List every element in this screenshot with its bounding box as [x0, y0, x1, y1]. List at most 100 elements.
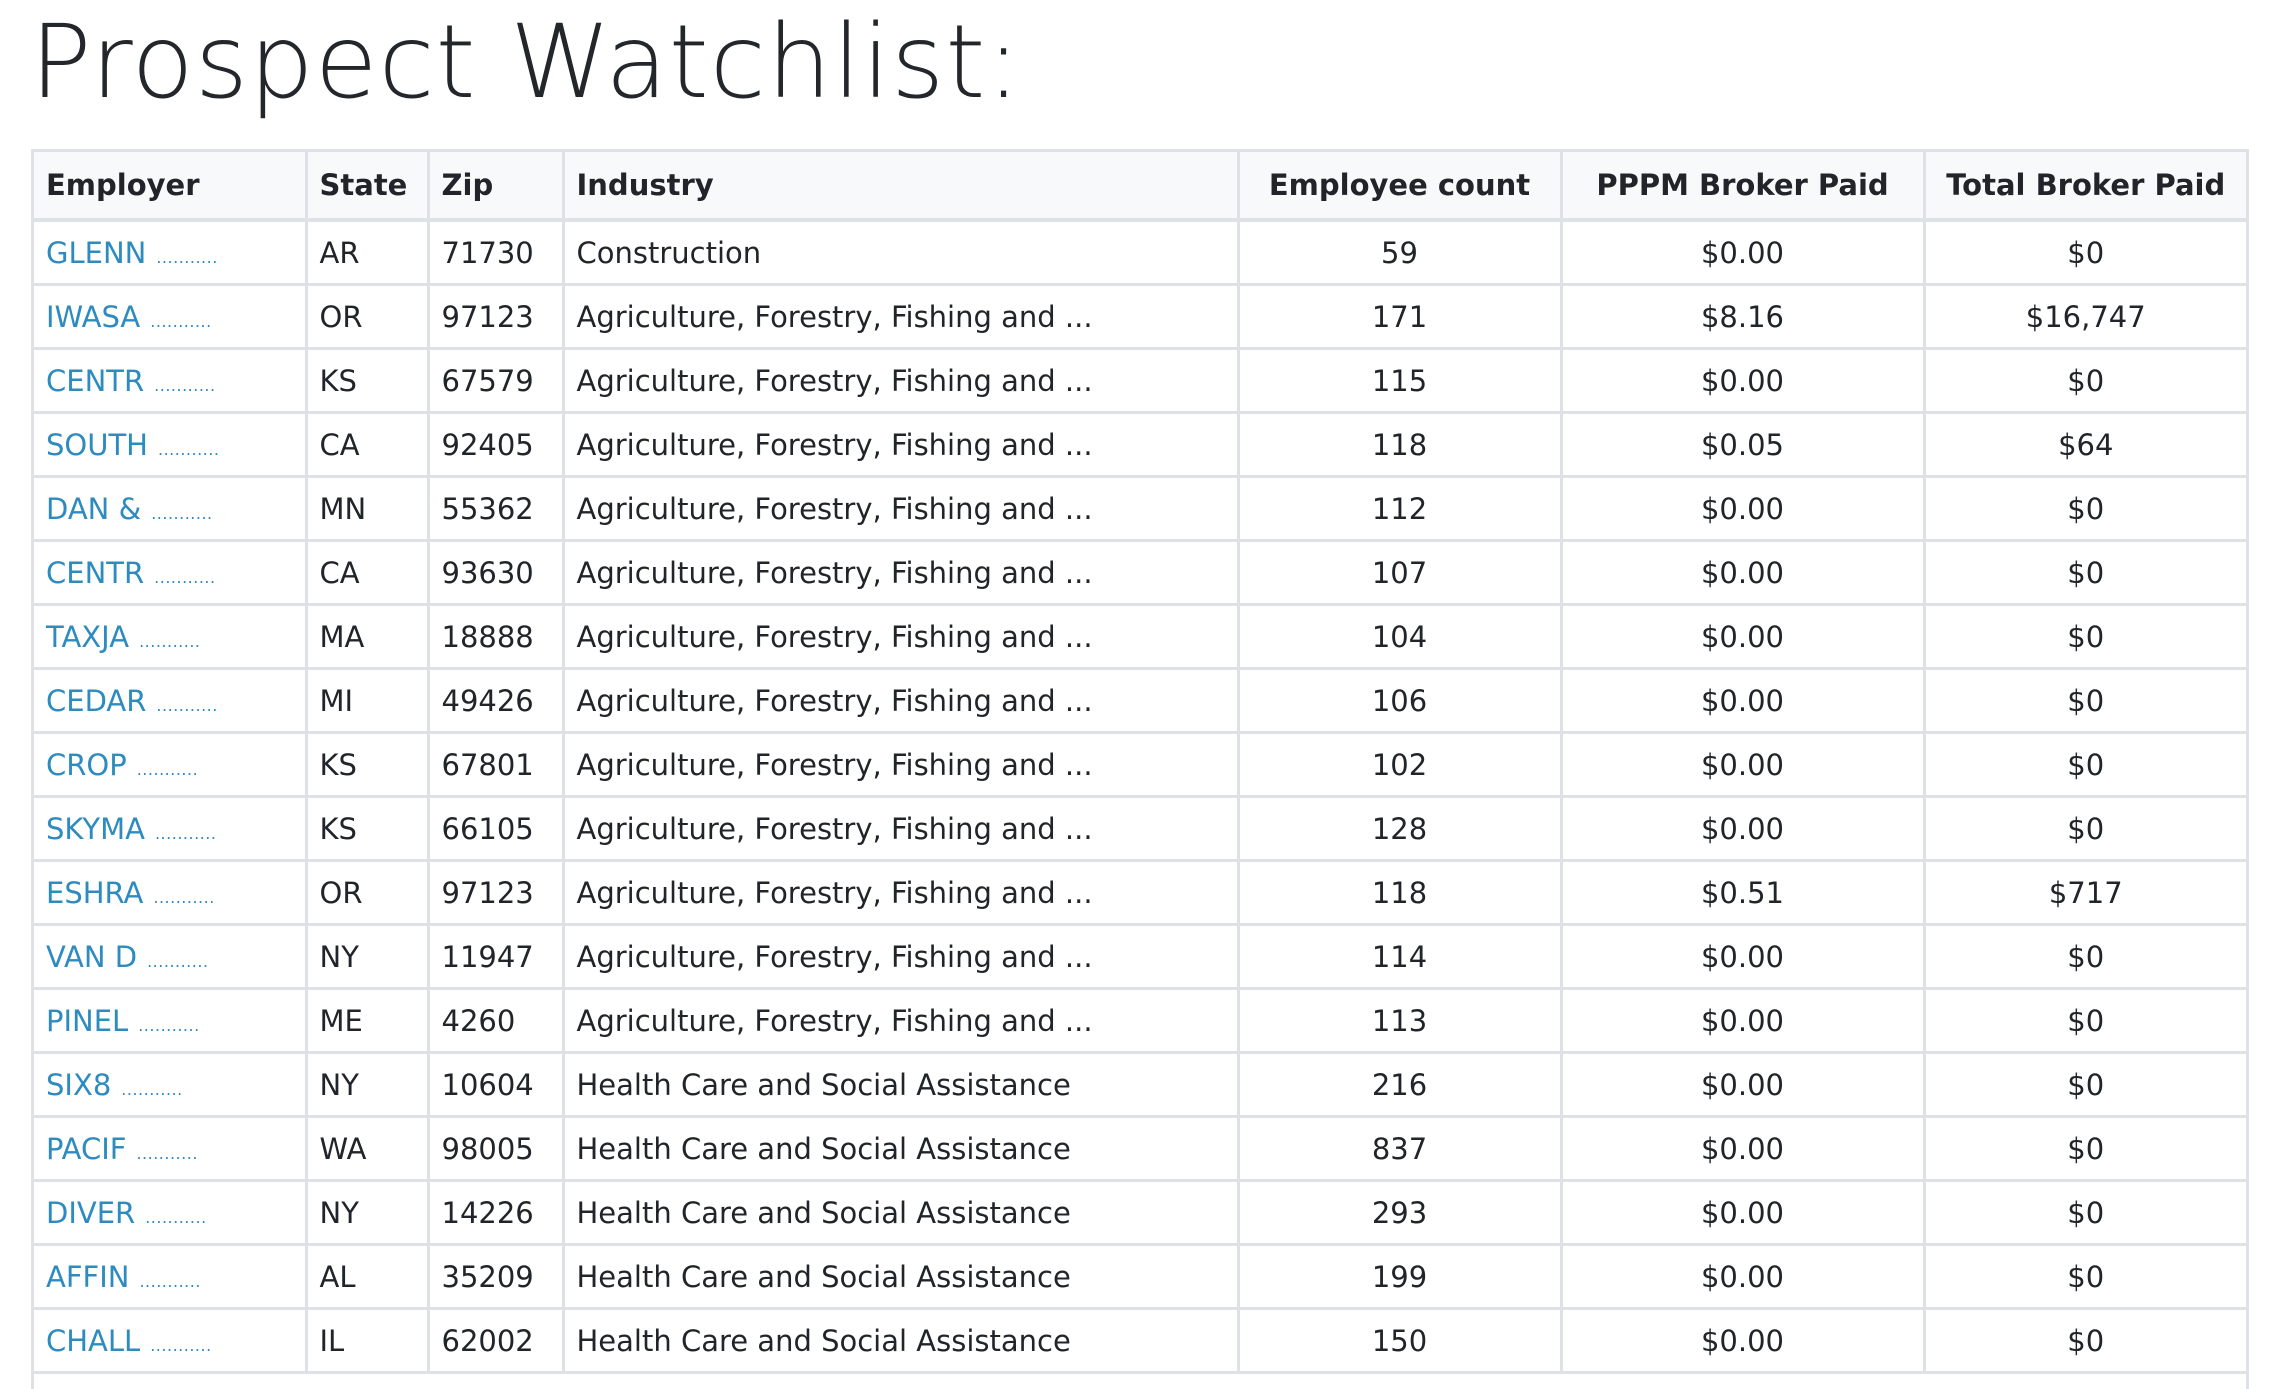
cell-total-broker-paid: $0 [1924, 796, 2246, 862]
cell-zip: 35209 [428, 1244, 565, 1310]
cell-pppm-broker-paid: $0.00 [1561, 988, 1926, 1054]
cell-employee-count: 115 [1238, 348, 1563, 414]
cell-state: OR [306, 860, 430, 926]
employer-link[interactable]: CROP........... [46, 748, 198, 782]
employer-link[interactable]: CENTR........... [46, 556, 216, 590]
cell-total-broker-paid: $717 [1924, 860, 2246, 926]
table-row: CROP........... KS 67801 Agriculture, Fores… [34, 732, 2246, 798]
cell-employer: IWASA........... [34, 284, 308, 350]
cell-total-broker-paid: $0 [1924, 1244, 2246, 1310]
employer-link[interactable]: PACIF........... [46, 1132, 198, 1166]
cell-total-broker-paid: $0 [1924, 1180, 2246, 1246]
cell-total-broker-paid: $0 [1924, 540, 2246, 606]
cell-state: MA [306, 604, 430, 670]
cell-industry: Construction [563, 220, 1240, 286]
cell-pppm-broker-paid: $0.00 [1561, 668, 1926, 734]
table-row: AFFIN........... AL 35209 Health Care and S… [34, 1244, 2246, 1310]
cell-zip: 11947 [428, 924, 565, 990]
cell-pppm-broker-paid: $0.00 [1561, 1244, 1926, 1310]
cell-industry: Agriculture, Forestry, Fishing and ... [563, 668, 1240, 734]
cell-pppm-broker-paid: $0.00 [1561, 604, 1926, 670]
cell-employer: DAN &........... [34, 476, 308, 542]
cell-total-broker-paid: $0 [1924, 1308, 2246, 1374]
employer-truncation-dots: ........... [156, 695, 218, 715]
employer-name: CENTR [46, 363, 145, 398]
cell-employer: SKYMA........... [34, 796, 308, 862]
cell-pppm-broker-paid: $0.00 [1561, 796, 1926, 862]
employer-link[interactable]: GLENN........... [46, 236, 218, 270]
employer-link[interactable]: CHALL........... [46, 1324, 212, 1358]
cell-pppm-broker-paid: $0.00 [1561, 1116, 1926, 1182]
cell-zip: 98005 [428, 1116, 565, 1182]
cell-employer: CEDAR........... [34, 668, 308, 734]
column-header-total-broker-paid[interactable]: Total Broker Paid [1924, 152, 2246, 222]
cell-zip: 10604 [428, 1052, 565, 1118]
employer-name: SKYMA [46, 811, 145, 846]
cell-industry: Health Care and Social Assistance [563, 1308, 1240, 1374]
page-title: Prospect Watchlist: [30, 3, 1022, 122]
cell-industry: Health Care and Social Assistance [563, 1180, 1240, 1246]
cell-employee-count: 837 [1238, 1116, 1563, 1182]
cell-zip: 55362 [428, 476, 565, 542]
column-header-pppm-broker-paid[interactable]: PPPM Broker Paid [1561, 152, 1926, 222]
cell-total-broker-paid: $0 [1924, 988, 2246, 1054]
column-header-zip[interactable]: Zip [428, 152, 565, 222]
employer-link[interactable]: ESHRA........... [46, 876, 215, 910]
cell-employee-count: 118 [1238, 412, 1563, 478]
cell-state: MI [306, 668, 430, 734]
cell-zip: 71730 [428, 220, 565, 286]
employer-link[interactable]: PINEL........... [46, 1004, 200, 1038]
table-row: CENTR........... KS 67579 Agriculture, Fore… [34, 348, 2246, 414]
employer-name: CENTR [46, 555, 145, 590]
table-row: DIVER........... NY 14226 Health Care and S… [34, 1180, 2246, 1246]
employer-link[interactable]: CENTR........... [46, 364, 216, 398]
cell-industry: Health Care and Social Assistance [563, 1052, 1240, 1118]
cell-employee-count: 112 [1238, 476, 1563, 542]
employer-link[interactable]: IWASA........... [46, 300, 212, 334]
employer-truncation-dots: ........... [121, 1079, 183, 1099]
cell-industry: Agriculture, Forestry, Fishing and ... [563, 604, 1240, 670]
cell-state: CA [306, 540, 430, 606]
employer-truncation-dots: ........... [136, 759, 199, 779]
cell-pppm-broker-paid: $0.00 [1561, 1180, 1926, 1246]
employer-link[interactable]: DAN &........... [46, 492, 213, 526]
cell-employee-count: 199 [1238, 1244, 1563, 1310]
employer-name: GLENN [46, 235, 147, 270]
cell-pppm-broker-paid: $0.00 [1561, 476, 1926, 542]
cell-employer: CHALL........... [34, 1308, 308, 1374]
cell-employee-count: 128 [1238, 796, 1563, 862]
cell-industry: Health Care and Social Assistance [563, 1244, 1240, 1310]
cell-employer: TAXJA........... [34, 604, 308, 670]
employer-link[interactable]: AFFIN........... [46, 1260, 201, 1294]
employer-link[interactable]: SIX8........... [46, 1068, 183, 1102]
employer-truncation-dots: ........... [151, 503, 213, 523]
cell-zip: 18888 [428, 604, 565, 670]
table-row: PACIF........... WA 98005 Health Care and S… [34, 1116, 2246, 1182]
cell-employer: DIVER........... [34, 1180, 308, 1246]
employer-name: CEDAR [46, 683, 147, 718]
employer-name: TAXJA [46, 619, 130, 654]
employer-name: SOUTH [46, 427, 148, 462]
cell-zip: 97123 [428, 860, 565, 926]
employer-link[interactable]: DIVER........... [46, 1196, 207, 1230]
cell-employer: AFFIN........... [34, 1244, 308, 1310]
cell-state: CA [306, 412, 430, 478]
prospect-table: Employer State Zip Industry Employee cou… [34, 152, 2246, 1374]
employer-name: ESHRA [46, 875, 144, 910]
cell-employer: SOUTH........... [34, 412, 308, 478]
employer-link[interactable]: TAXJA........... [46, 620, 201, 654]
column-header-employer[interactable]: Employer [34, 152, 308, 222]
cell-state: AR [306, 220, 430, 286]
cell-industry: Agriculture, Forestry, Fishing and ... [563, 988, 1240, 1054]
column-header-employee-count[interactable]: Employee count [1238, 152, 1563, 222]
employer-link[interactable]: CEDAR........... [46, 684, 218, 718]
column-header-state[interactable]: State [306, 152, 430, 222]
column-header-industry[interactable]: Industry [563, 152, 1240, 222]
cell-employee-count: 150 [1238, 1308, 1563, 1374]
employer-link[interactable]: VAN D........... [46, 940, 209, 974]
cell-employer: CROP........... [34, 732, 308, 798]
employer-link[interactable]: SOUTH........... [46, 428, 219, 462]
cell-employee-count: 113 [1238, 988, 1563, 1054]
employer-truncation-dots: ........... [156, 247, 218, 267]
employer-link[interactable]: SKYMA........... [46, 812, 216, 846]
